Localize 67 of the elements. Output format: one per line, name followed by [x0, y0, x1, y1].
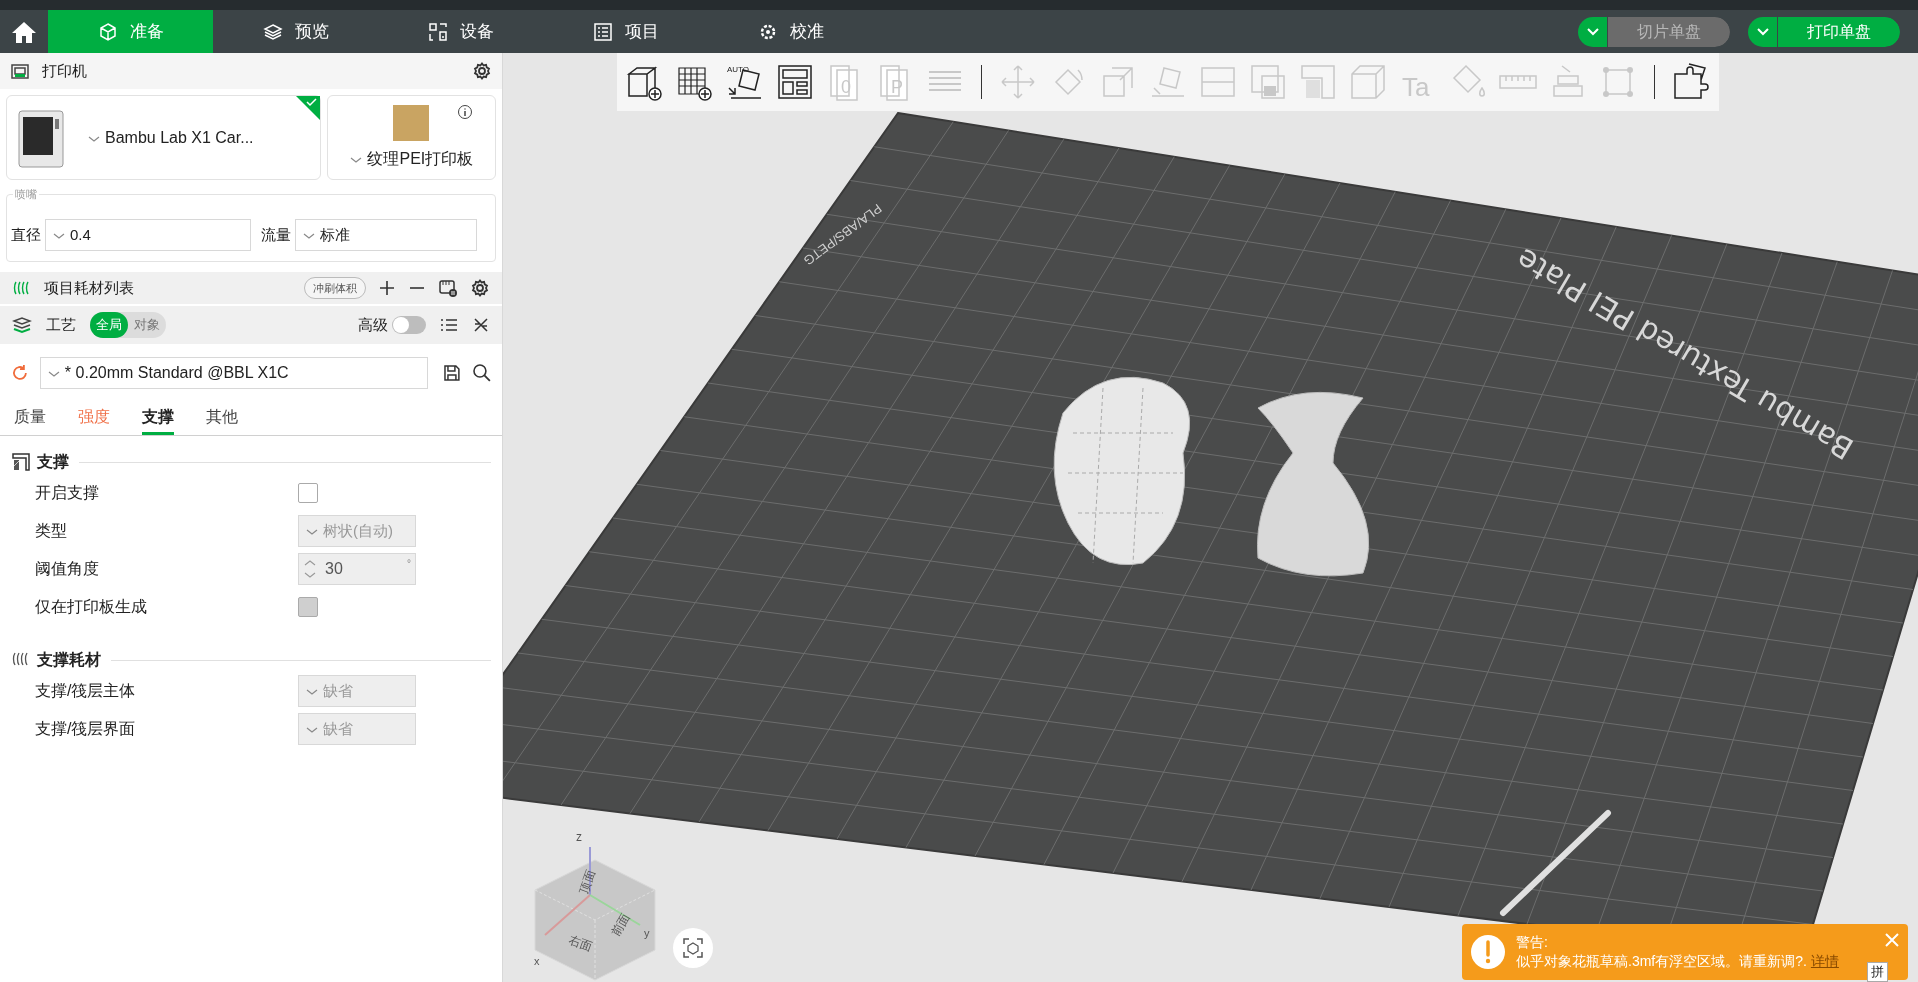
- chevron-down-icon: [1585, 26, 1600, 37]
- printer-name: Bambu Lab X1 Car...: [87, 125, 254, 150]
- field-value: 30: [325, 559, 343, 579]
- setting-label: 类型: [35, 521, 68, 541]
- nav-tab[interactable]: 校准: [708, 10, 873, 53]
- settings-tab[interactable]: 支撑: [142, 401, 174, 435]
- plus-icon[interactable]: [378, 279, 396, 297]
- list-icon: [592, 21, 613, 42]
- close-icon[interactable]: [1884, 932, 1900, 948]
- chevron-down-icon: [1755, 26, 1770, 37]
- warning-message: 似乎对象花瓶草稿.3mf有浮空区域。请重新调?.: [1516, 952, 1807, 971]
- warning-icon: [1470, 934, 1506, 970]
- device-icon: [427, 21, 448, 42]
- layers-icon: [262, 21, 283, 42]
- refresh-icon[interactable]: [10, 363, 30, 383]
- compare-icon[interactable]: [472, 316, 490, 334]
- printer-card[interactable]: Bambu Lab X1 Car...: [6, 95, 321, 180]
- filament-sync-icon[interactable]: [438, 278, 458, 298]
- flush-volume-button[interactable]: 冲刷体积: [304, 277, 366, 299]
- plate-card[interactable]: 纹理PEI打印板: [326, 95, 496, 180]
- recenter-button[interactable]: [673, 928, 713, 968]
- warning-title: 警告:: [1516, 933, 1549, 952]
- field-label: 直径: [11, 225, 41, 245]
- preset-dropdown[interactable]: * 0.20mm Standard @BBL X1C: [39, 357, 429, 389]
- flow-dropdown[interactable]: 标准: [295, 219, 477, 251]
- support-icon: [11, 452, 31, 472]
- nav-tab[interactable]: 项目: [543, 10, 708, 53]
- dropdown-button[interactable]: [1748, 16, 1778, 47]
- cube-icon: [97, 21, 118, 42]
- filament-icon: [12, 279, 32, 297]
- save-icon[interactable]: [442, 363, 463, 383]
- diameter-dropdown[interactable]: 0.4: [45, 219, 251, 251]
- panel-title: 项目耗材列表: [44, 277, 134, 298]
- printer-icon: [10, 62, 30, 80]
- unit-label: °: [407, 557, 411, 571]
- settings-tab[interactable]: 其他: [206, 401, 238, 435]
- list-icon[interactable]: [440, 317, 458, 333]
- toggle-label: 高级: [358, 314, 388, 335]
- layers-icon: [12, 316, 32, 334]
- cube-icon: [682, 937, 704, 959]
- plate-name: 纹理PEI打印板: [349, 146, 474, 171]
- plate-swatch: [393, 104, 430, 141]
- settings-tab[interactable]: 质量: [14, 401, 46, 435]
- setting-label: 开启支撑: [35, 483, 100, 503]
- group-legend: 喷嘴: [13, 186, 39, 203]
- dropdown-button[interactable]: [1578, 16, 1608, 47]
- section-title: 支撑: [37, 452, 69, 472]
- setting-label: 仅在打印板生成: [35, 597, 148, 617]
- search-icon[interactable]: [472, 363, 492, 383]
- puzzle-icon[interactable]: [1671, 62, 1711, 102]
- setting-label: 支撑/筏层主体: [35, 681, 137, 701]
- section-title: 支撑耗材: [37, 650, 101, 670]
- field-label: 流量: [261, 225, 291, 245]
- setting-label: 阈值角度: [35, 559, 100, 579]
- layout-icon[interactable]: [775, 62, 815, 102]
- checkbox[interactable]: [298, 483, 318, 503]
- panel-title: 打印机: [42, 60, 87, 81]
- advanced-toggle[interactable]: [392, 316, 426, 334]
- home-icon: [11, 19, 37, 44]
- nav-tab[interactable]: 预览: [213, 10, 378, 53]
- settings-icon[interactable]: [472, 61, 492, 81]
- panel-title: 工艺: [46, 314, 76, 335]
- nav-tab[interactable]: 设备: [378, 10, 543, 53]
- info-icon[interactable]: [457, 104, 473, 120]
- setting-label: 支撑/筏层界面: [35, 719, 137, 739]
- input-method-indicator: 拼: [1867, 962, 1888, 982]
- settings-icon[interactable]: [470, 278, 490, 298]
